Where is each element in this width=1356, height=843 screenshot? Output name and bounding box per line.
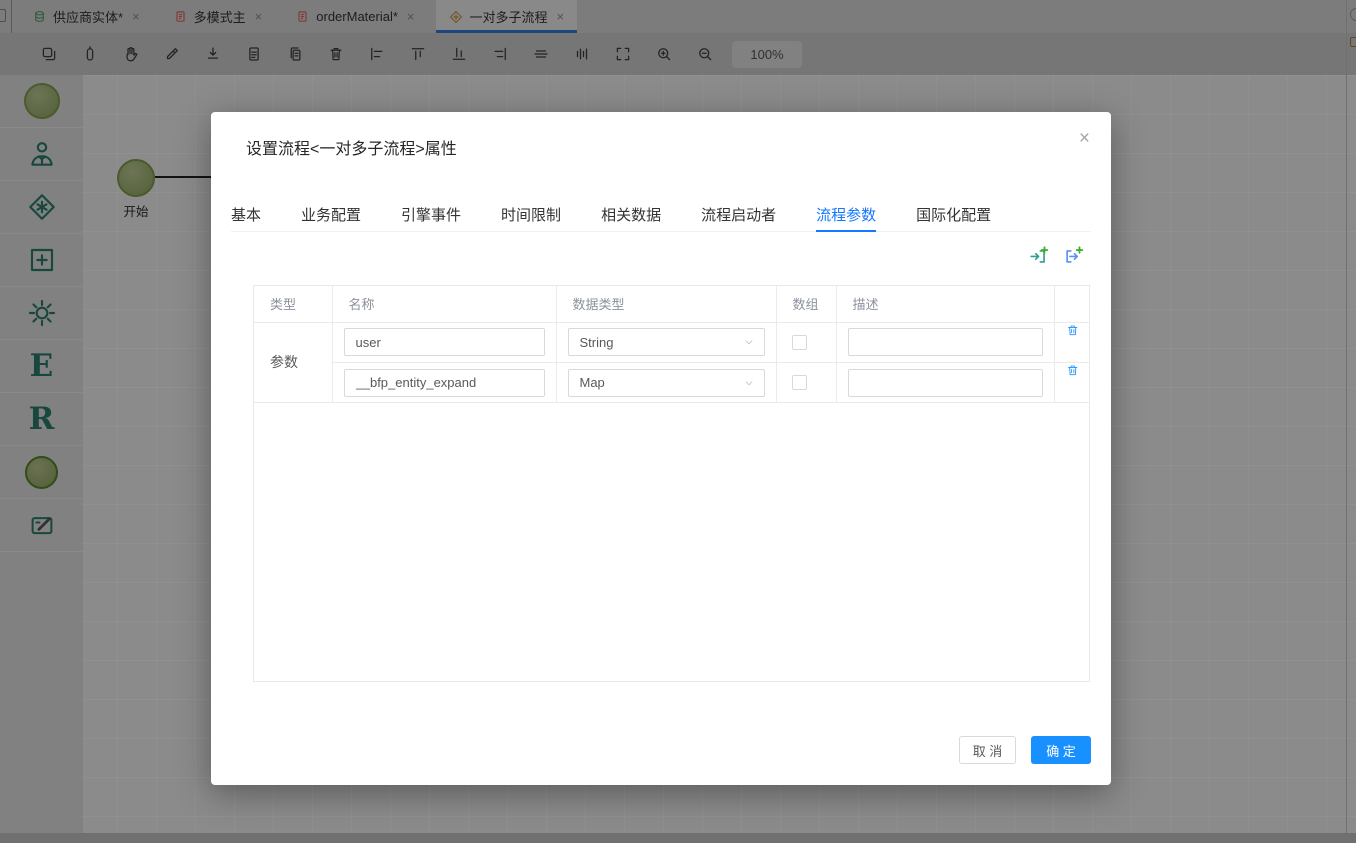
col-header-datatype: 数据类型 <box>556 286 776 322</box>
table-actions <box>1028 245 1085 267</box>
col-header-type: 类型 <box>254 286 332 322</box>
array-checkbox[interactable] <box>792 375 807 390</box>
cancel-button[interactable]: 取 消 <box>959 736 1016 764</box>
table-row: 参数 String <box>254 322 1090 363</box>
dialog-tab-bar: 基本 业务配置 引擎事件 时间限制 相关数据 流程启动者 流程参数 国际化配置 <box>231 201 1091 232</box>
close-icon[interactable] <box>1079 129 1090 148</box>
col-header-name: 名称 <box>332 286 556 322</box>
description-input[interactable] <box>848 328 1043 356</box>
confirm-button[interactable]: 确 定 <box>1031 736 1091 764</box>
param-name-input[interactable] <box>344 328 545 356</box>
datatype-select[interactable]: String <box>568 328 765 356</box>
param-name-input[interactable] <box>344 369 545 397</box>
add-parameter-icon[interactable] <box>1028 245 1050 267</box>
array-checkbox[interactable] <box>792 335 807 350</box>
tab-i18n-config[interactable]: 国际化配置 <box>916 201 991 231</box>
parameters-table: 类型 名称 数据类型 数组 描述 参数 String <box>253 285 1090 682</box>
col-header-actions <box>1054 286 1090 322</box>
row-group-label: 参数 <box>254 322 332 403</box>
chevron-down-icon <box>743 377 755 389</box>
workflow-designer-app: 供应商实体* 多模式主 orderMaterial* 一对多子流程 <box>0 0 1356 843</box>
add-variable-icon[interactable] <box>1063 245 1085 267</box>
col-header-array: 数组 <box>776 286 836 322</box>
process-properties-dialog: 设置流程<一对多子流程>属性 基本 业务配置 引擎事件 时间限制 相关数据 流程… <box>211 112 1111 785</box>
table-row: Map <box>254 363 1090 403</box>
table-header-row: 类型 名称 数据类型 数组 描述 <box>254 286 1090 322</box>
datatype-select[interactable]: Map <box>568 369 765 397</box>
delete-row-icon[interactable] <box>1055 323 1091 363</box>
tab-related-data[interactable]: 相关数据 <box>601 201 661 231</box>
description-input[interactable] <box>848 369 1043 397</box>
tab-engine-events[interactable]: 引擎事件 <box>401 201 461 231</box>
tab-time-limit[interactable]: 时间限制 <box>501 201 561 231</box>
dialog-title: 设置流程<一对多子流程>属性 <box>246 135 457 159</box>
tab-process-initiator[interactable]: 流程启动者 <box>701 201 776 231</box>
tab-basic[interactable]: 基本 <box>231 201 261 231</box>
delete-row-icon[interactable] <box>1055 363 1091 403</box>
chevron-down-icon <box>743 336 755 348</box>
col-header-description: 描述 <box>836 286 1054 322</box>
tab-business-config[interactable]: 业务配置 <box>301 201 361 231</box>
tab-process-parameters[interactable]: 流程参数 <box>816 201 876 231</box>
